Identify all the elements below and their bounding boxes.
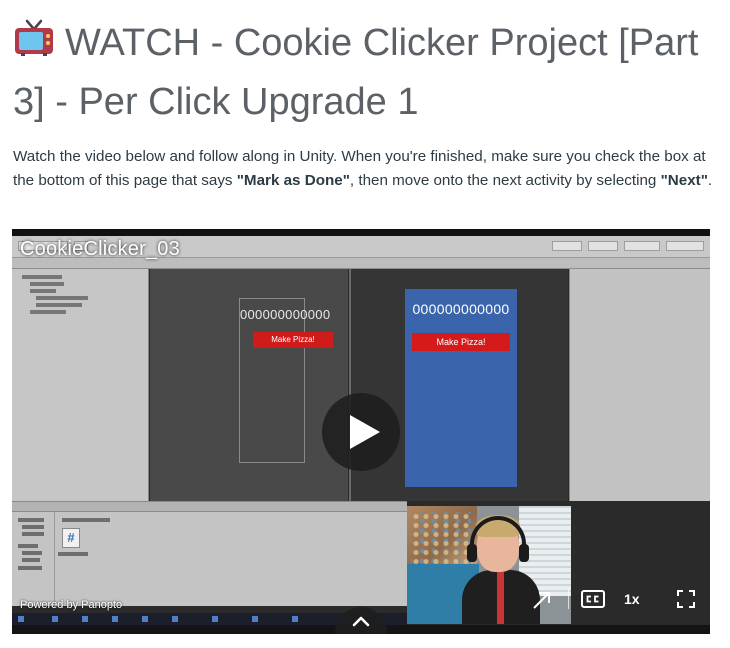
fullscreen-icon: [677, 590, 695, 608]
unity-title-bar: [12, 229, 710, 236]
captions-button[interactable]: [580, 589, 606, 609]
scene-canvas-frame: 000000000000 Make Pizza!: [239, 298, 333, 463]
next-text: "Next": [660, 172, 708, 189]
unity-inspector-panel: [569, 269, 710, 501]
intro-text-3: .: [707, 172, 713, 189]
play-button[interactable]: [322, 393, 400, 471]
expand-controls-button[interactable]: [335, 607, 387, 634]
page-title-text: WATCH - Cookie Clicker Project [Part 3] …: [13, 22, 699, 123]
csharp-script-icon: #: [62, 528, 80, 548]
unity-project-panel: #: [12, 501, 407, 607]
game-make-pizza-button: Make Pizza!: [412, 333, 510, 351]
chevron-up-icon: [352, 616, 370, 627]
open-in-new-window-button[interactable]: [530, 588, 554, 612]
controls-divider: [568, 589, 569, 609]
video-title: CookieClicker_03: [20, 238, 180, 260]
unity-hierarchy-panel: [12, 269, 149, 501]
scene-make-pizza-button: Make Pizza!: [253, 332, 333, 348]
expand-arrow-icon: [533, 592, 550, 609]
playback-speed-button[interactable]: 1x: [624, 590, 640, 608]
intro-text-2: , then move onto the next activity by se…: [349, 172, 661, 189]
video-player[interactable]: 000000000000 Make Pizza! 000000000000 Ma…: [12, 229, 710, 634]
page-title: WATCH - Cookie Clicker Project [Part 3] …: [13, 14, 723, 132]
game-counter-text: 000000000000: [412, 301, 510, 317]
powered-by-panopto[interactable]: Powered by Panopto: [20, 599, 122, 611]
intro-paragraph: Watch the video below and follow along i…: [13, 145, 718, 193]
unity-game-view: 000000000000 Make Pizza!: [349, 269, 568, 501]
tv-icon: [15, 19, 53, 56]
game-screen: 000000000000 Make Pizza!: [405, 289, 517, 487]
cc-icon: [581, 590, 605, 608]
play-icon: [350, 415, 380, 449]
mark-as-done-text: "Mark as Done": [236, 172, 350, 189]
scene-counter-text: 000000000000: [240, 307, 331, 322]
unity-scene-view: 000000000000 Make Pizza!: [150, 269, 348, 501]
fullscreen-button[interactable]: [676, 589, 696, 609]
